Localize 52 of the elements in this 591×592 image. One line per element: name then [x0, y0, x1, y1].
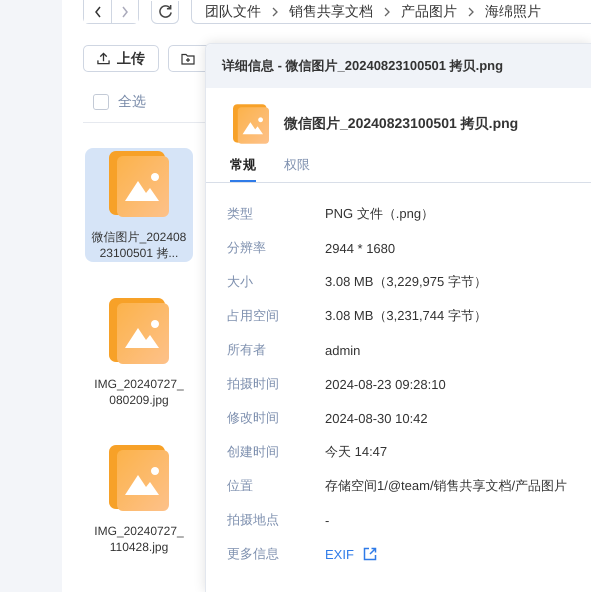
property-value: 3.08 MB（3,231,744 字节） [325, 307, 487, 325]
chevron-icon [271, 6, 279, 16]
property-label: 分辨率 [227, 239, 267, 257]
property-value: 2024-08-23 09:28:10 [325, 376, 446, 392]
file-tile[interactable]: IMG_20240727_080209.jpg [85, 295, 193, 409]
property-label: 修改时间 [227, 409, 280, 427]
folder-plus-icon [181, 52, 195, 64]
back-icon [94, 6, 102, 18]
refresh-button[interactable] [151, 0, 179, 24]
chevron-icon [383, 6, 391, 16]
property-label: 类型 [227, 205, 254, 223]
breadcrumb-item[interactable]: 团队文件 [205, 2, 261, 20]
upload-icon [97, 52, 110, 65]
file-name: IMG_20240727_080209.jpg [93, 376, 185, 408]
breadcrumb-item[interactable]: 产品图片 [401, 2, 457, 20]
property-value: PNG 文件（.png） [325, 205, 434, 223]
property-label: 所有者 [227, 341, 267, 359]
file-name: IMG_20240727_110428.jpg [93, 523, 185, 555]
forward-icon [121, 6, 129, 18]
property-value: 2024-08-30 10:42 [325, 410, 428, 426]
property-value: - [325, 512, 330, 528]
property-value: 存储空间1/@team/销售共享文档/产品图片 [325, 477, 568, 495]
file-tile[interactable]: IMG_20240727_110428.jpg [85, 442, 193, 556]
image-file-icon [233, 104, 269, 144]
property-value: admin [325, 342, 360, 358]
chevron-icon [467, 6, 475, 16]
image-file-icon [109, 151, 169, 217]
refresh-icon [158, 4, 172, 19]
breadcrumb-item[interactable]: 销售共享文档 [289, 2, 373, 20]
exif-link[interactable]: EXIF [325, 546, 354, 562]
image-file-icon [109, 445, 169, 511]
property-label: 更多信息 [227, 545, 280, 563]
property-value: 今天 14:47 [325, 443, 388, 461]
property-value: 3.08 MB（3,229,975 字节） [325, 273, 487, 291]
image-file-icon [109, 298, 169, 364]
property-label: 占用空间 [227, 307, 280, 325]
property-label: 大小 [227, 273, 254, 291]
upload-button[interactable]: 上传 [83, 45, 159, 72]
property-label: 拍摄地点 [227, 511, 280, 529]
file-name: 微信图片_20240823100501 拷贝.png [284, 115, 518, 133]
property-value: 2944 * 1680 [325, 240, 396, 256]
property-label: 拍摄时间 [227, 375, 280, 393]
property-label: 位置 [227, 477, 254, 495]
property-label: 创建时间 [227, 443, 280, 461]
tab[interactable]: 常规 [230, 156, 256, 182]
external-link-icon[interactable] [362, 547, 377, 561]
select-all-label[interactable]: 全选 [118, 93, 146, 111]
breadcrumb-item[interactable]: 海绵照片 [485, 2, 541, 20]
dialog-title: 详细信息 - 微信图片_20240823100501 拷贝.png [222, 57, 504, 75]
file-name: 微信图片_20240823100501 拷... [91, 229, 187, 261]
select-all-checkbox[interactable] [93, 94, 109, 110]
file-tile[interactable]: 微信图片_20240823100501 拷... [85, 148, 193, 262]
